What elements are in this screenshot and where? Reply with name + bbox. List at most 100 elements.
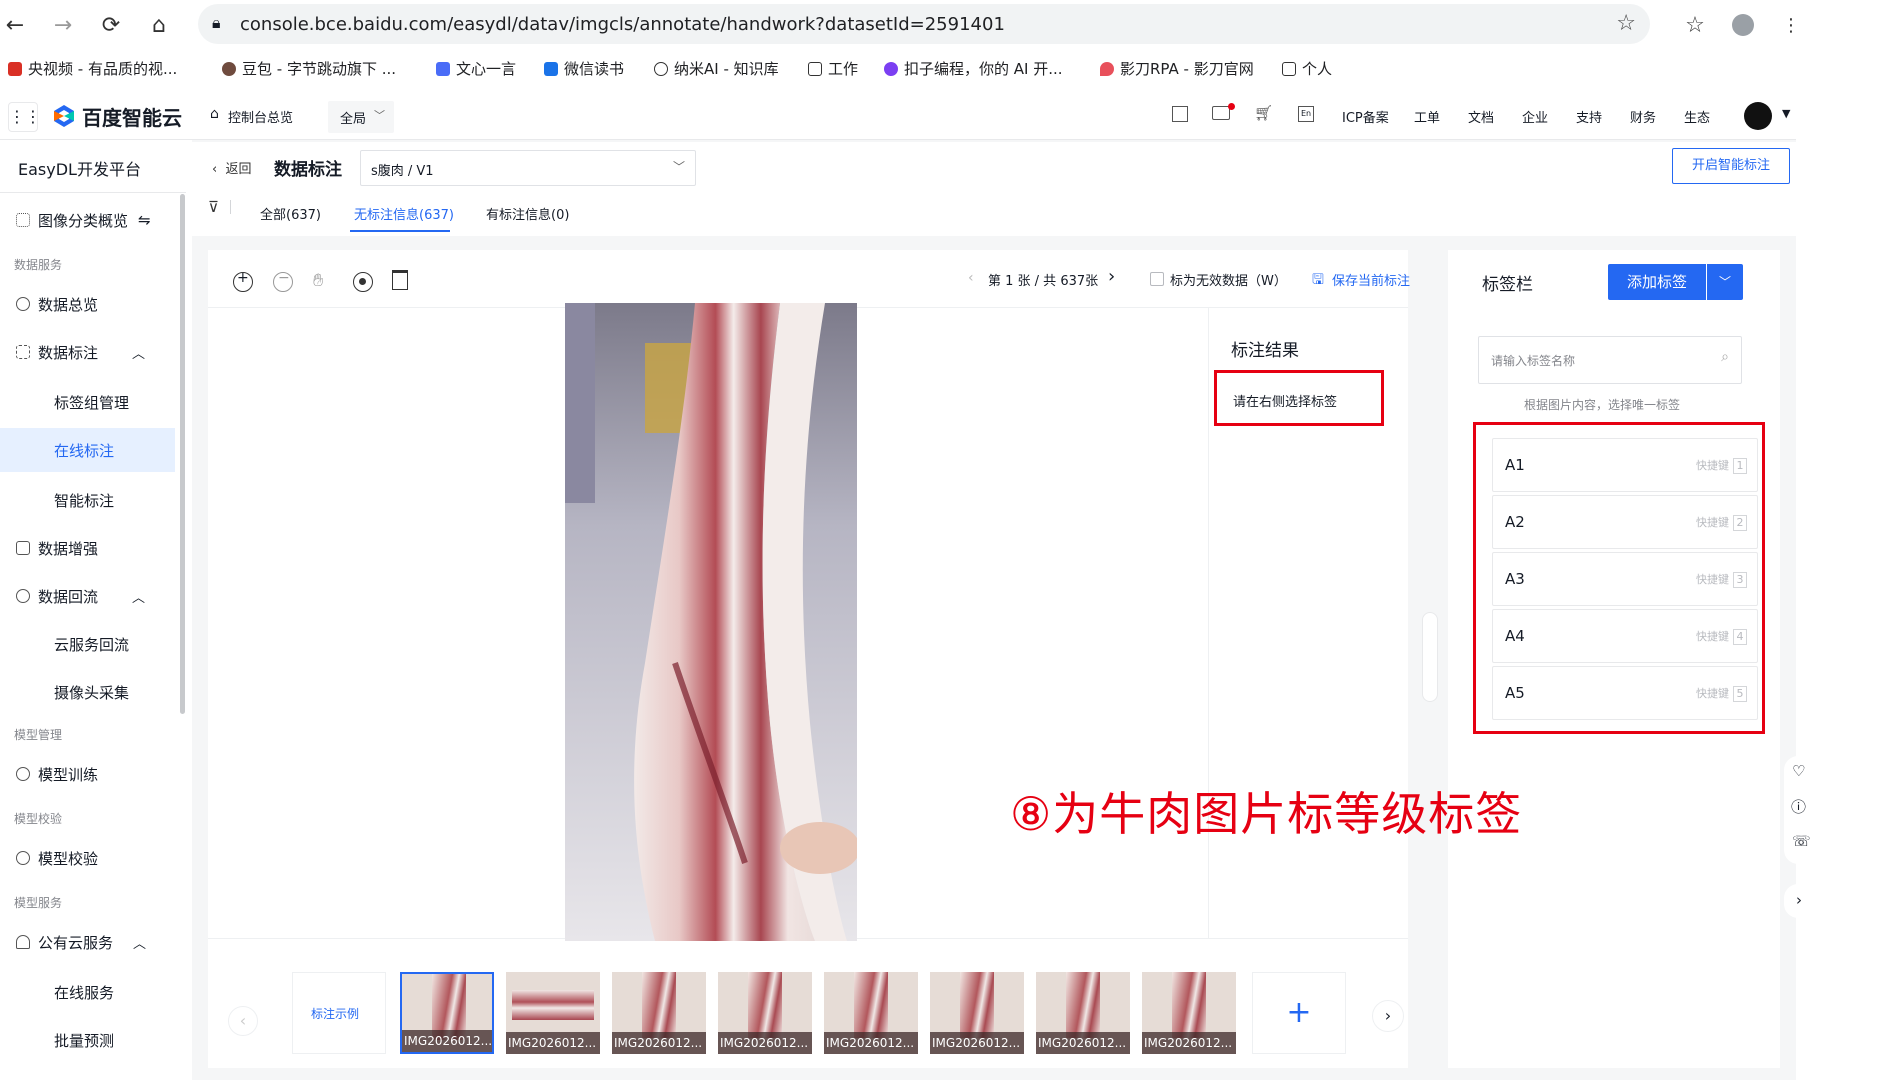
save-icon[interactable]: 🖫︎ <box>1312 269 1324 293</box>
prev-page-icon[interactable]: ‹ <box>968 270 974 286</box>
label-option-a1[interactable]: A1 快捷键 1 <box>1492 438 1758 492</box>
sidebar-item-data-annotation[interactable]: 数据标注 ︿ <box>0 330 175 374</box>
bookmark-item[interactable]: 纳米AI - 知识库 <box>654 58 779 79</box>
header-link-finance[interactable]: 财务 <box>1630 107 1656 126</box>
apps-grid-icon[interactable]: ⋮⋮ <box>8 102 41 132</box>
tab-labeled[interactable]: 有标注信息(0) <box>486 204 569 223</box>
bookmark-folder[interactable]: 个人 <box>1282 58 1332 79</box>
home-icon[interactable]: ⌂ <box>144 10 174 40</box>
thumbnail-item[interactable]: IMG2026012... <box>612 972 706 1054</box>
sidebar-item-batch-predict[interactable]: 批量预测 <box>0 1018 175 1062</box>
bookmark-item[interactable]: 微信读书 <box>544 58 624 79</box>
invalid-checkbox[interactable] <box>1150 272 1164 286</box>
label-option-a5[interactable]: A5 快捷键 5 <box>1492 666 1758 720</box>
sidebar-item-data-augmentation[interactable]: 数据增强 <box>0 526 175 570</box>
star-icon[interactable]: ☆ <box>1616 11 1636 36</box>
sidebar-item-online-annotation[interactable]: 在线标注 <box>0 428 175 472</box>
sidebar: EasyDL开发平台 图像分类概览 ⇋ 数据服务 数据总览 数据标注 ︿ 标签组管理… <box>0 142 199 1080</box>
bookmark-item[interactable]: 扣子编程，你的 AI 开... <box>884 58 1063 79</box>
user-avatar[interactable] <box>1744 102 1772 130</box>
thumbnail-item[interactable]: IMG2026012... <box>718 972 812 1054</box>
delete-icon[interactable] <box>392 270 408 290</box>
sidebar-item-online-service[interactable]: 在线服务 <box>0 970 175 1014</box>
address-bar[interactable]: 🔒︎ console.bce.baidu.com/easydl/datav/im… <box>198 4 1650 44</box>
dataset-select[interactable]: s腹肉 / V1 ﹀ <box>360 150 696 186</box>
favorites-icon[interactable]: ☆ <box>1680 10 1710 40</box>
add-label-button[interactable]: 添加标签 <box>1608 264 1706 300</box>
header-link-icp[interactable]: ICP备案 <box>1342 107 1389 126</box>
sidebar-item-public-cloud[interactable]: 公有云服务 ︿ <box>0 920 175 964</box>
expand-arrow-icon[interactable]: › <box>1784 884 1814 918</box>
label-search-input[interactable]: 请输入标签名称 ⌕ <box>1478 336 1742 384</box>
label-option-a3[interactable]: A3 快捷键 3 <box>1492 552 1758 606</box>
next-page-icon[interactable]: › <box>1108 266 1115 287</box>
sidebar-item-overview[interactable]: 图像分类概览 ⇋ <box>0 198 175 242</box>
sidebar-item-model-verify[interactable]: 模型校验 <box>0 836 175 880</box>
bookmark-item[interactable]: 文心一言 <box>436 58 516 79</box>
reset-view-icon[interactable] <box>353 272 373 292</box>
thumbnail-item[interactable]: IMG2026012... <box>930 972 1024 1054</box>
header-link-support[interactable]: 支持 <box>1576 107 1602 126</box>
phone-icon[interactable]: ☏ <box>1792 832 1811 850</box>
caret-down-icon[interactable]: ▼ <box>1782 107 1790 120</box>
back-link[interactable]: ‹ 返回 <box>212 158 251 177</box>
brand-name[interactable]: 百度智能云 <box>82 102 182 131</box>
bookmark-item[interactable]: 影刀RPA - 影刀官网 <box>1100 58 1254 79</box>
more-menu-icon[interactable]: ⋮ <box>1776 10 1806 40</box>
profile-avatar[interactable] <box>1732 14 1754 36</box>
tab-unlabeled[interactable]: 无标注信息(637) <box>354 204 454 223</box>
sidebar-item-data-overview[interactable]: 数据总览 <box>0 282 175 326</box>
header-link-enterprise[interactable]: 企业 <box>1522 107 1548 126</box>
panel-resize-handle[interactable] <box>1422 612 1438 702</box>
bookmark-item[interactable]: 豆包 - 字节跳动旗下 ... <box>222 58 396 79</box>
qrcode-icon[interactable] <box>1172 106 1188 122</box>
thumbnail-item[interactable]: IMG2026012... <box>506 972 600 1054</box>
bookmarks-bar: 央视频 - 有品质的视... 豆包 - 字节跳动旗下 ... 文心一言 微信读书… <box>0 50 1900 86</box>
header-link-ecosystem[interactable]: 生态 <box>1684 107 1710 126</box>
bookmark-item[interactable]: 央视频 - 有品质的视... <box>8 58 177 79</box>
reload-icon[interactable]: ⟳ <box>96 10 126 40</box>
message-icon[interactable] <box>1212 106 1230 120</box>
thumbs-next-icon[interactable]: › <box>1372 1000 1404 1032</box>
bookmark-folder[interactable]: 工作 <box>808 58 858 79</box>
region-select[interactable]: 全局 ﹀ <box>328 101 394 133</box>
grid-icon <box>16 213 30 227</box>
thumbs-prev-icon[interactable]: ‹ <box>228 1006 258 1036</box>
sidebar-item-smart-annotation[interactable]: 智能标注 <box>0 478 175 522</box>
filter-icon[interactable]: ⊽ <box>208 198 219 216</box>
home-icon[interactable]: ⌂ <box>210 106 219 122</box>
sidebar-item-cloud-reflow[interactable]: 云服务回流 <box>0 622 175 666</box>
add-label-dropdown-icon[interactable]: ﹀ <box>1707 264 1743 300</box>
annotation-image[interactable] <box>565 303 857 941</box>
label-option-a2[interactable]: A2 快捷键 2 <box>1492 495 1758 549</box>
sidebar-item-label-groups[interactable]: 标签组管理 <box>0 380 175 424</box>
console-home-link[interactable]: 控制台总览 <box>228 107 293 126</box>
switch-icon[interactable]: ⇋ <box>138 211 151 229</box>
hand-icon[interactable]: ✋︎ <box>313 270 323 291</box>
thumbnail-item[interactable]: IMG2026012... <box>824 972 918 1054</box>
smart-annotate-button[interactable]: 开启智能标注 <box>1672 148 1790 184</box>
example-thumb[interactable]: 标注示例 <box>292 972 386 1054</box>
zoom-in-icon[interactable]: + <box>233 270 253 292</box>
save-annotation-link[interactable]: 保存当前标注 <box>1332 270 1410 289</box>
forward-arrow-icon[interactable]: → <box>48 10 78 40</box>
tab-all[interactable]: 全部(637) <box>260 204 321 223</box>
help-icon[interactable]: ⓘ <box>1791 796 1806 817</box>
thumbnail-item[interactable]: IMG2026012... <box>1142 972 1236 1054</box>
language-icon[interactable]: En <box>1298 106 1314 122</box>
favorite-icon[interactable]: ♡ <box>1792 762 1805 780</box>
sidebar-item-data-reflow[interactable]: 数据回流 ︿ <box>0 574 175 618</box>
zoom-out-icon[interactable]: − <box>273 270 293 292</box>
header-link-docs[interactable]: 文档 <box>1468 107 1494 126</box>
notification-dot <box>1228 103 1235 110</box>
sidebar-item-model-training[interactable]: 模型训练 <box>0 752 175 796</box>
thumbnail-item[interactable]: IMG2026012... <box>400 972 494 1054</box>
back-arrow-icon[interactable]: ← <box>0 10 30 40</box>
thumbnail-item[interactable]: IMG2026012... <box>1036 972 1130 1054</box>
label-option-a4[interactable]: A4 快捷键 4 <box>1492 609 1758 663</box>
sidebar-scrollbar[interactable] <box>180 194 185 714</box>
cart-icon[interactable]: 🛒︎ <box>1254 104 1273 122</box>
header-link-ticket[interactable]: 工单 <box>1414 107 1440 126</box>
sidebar-item-camera-capture[interactable]: 摄像头采集 <box>0 670 175 714</box>
add-image-button[interactable]: + <box>1252 972 1346 1054</box>
